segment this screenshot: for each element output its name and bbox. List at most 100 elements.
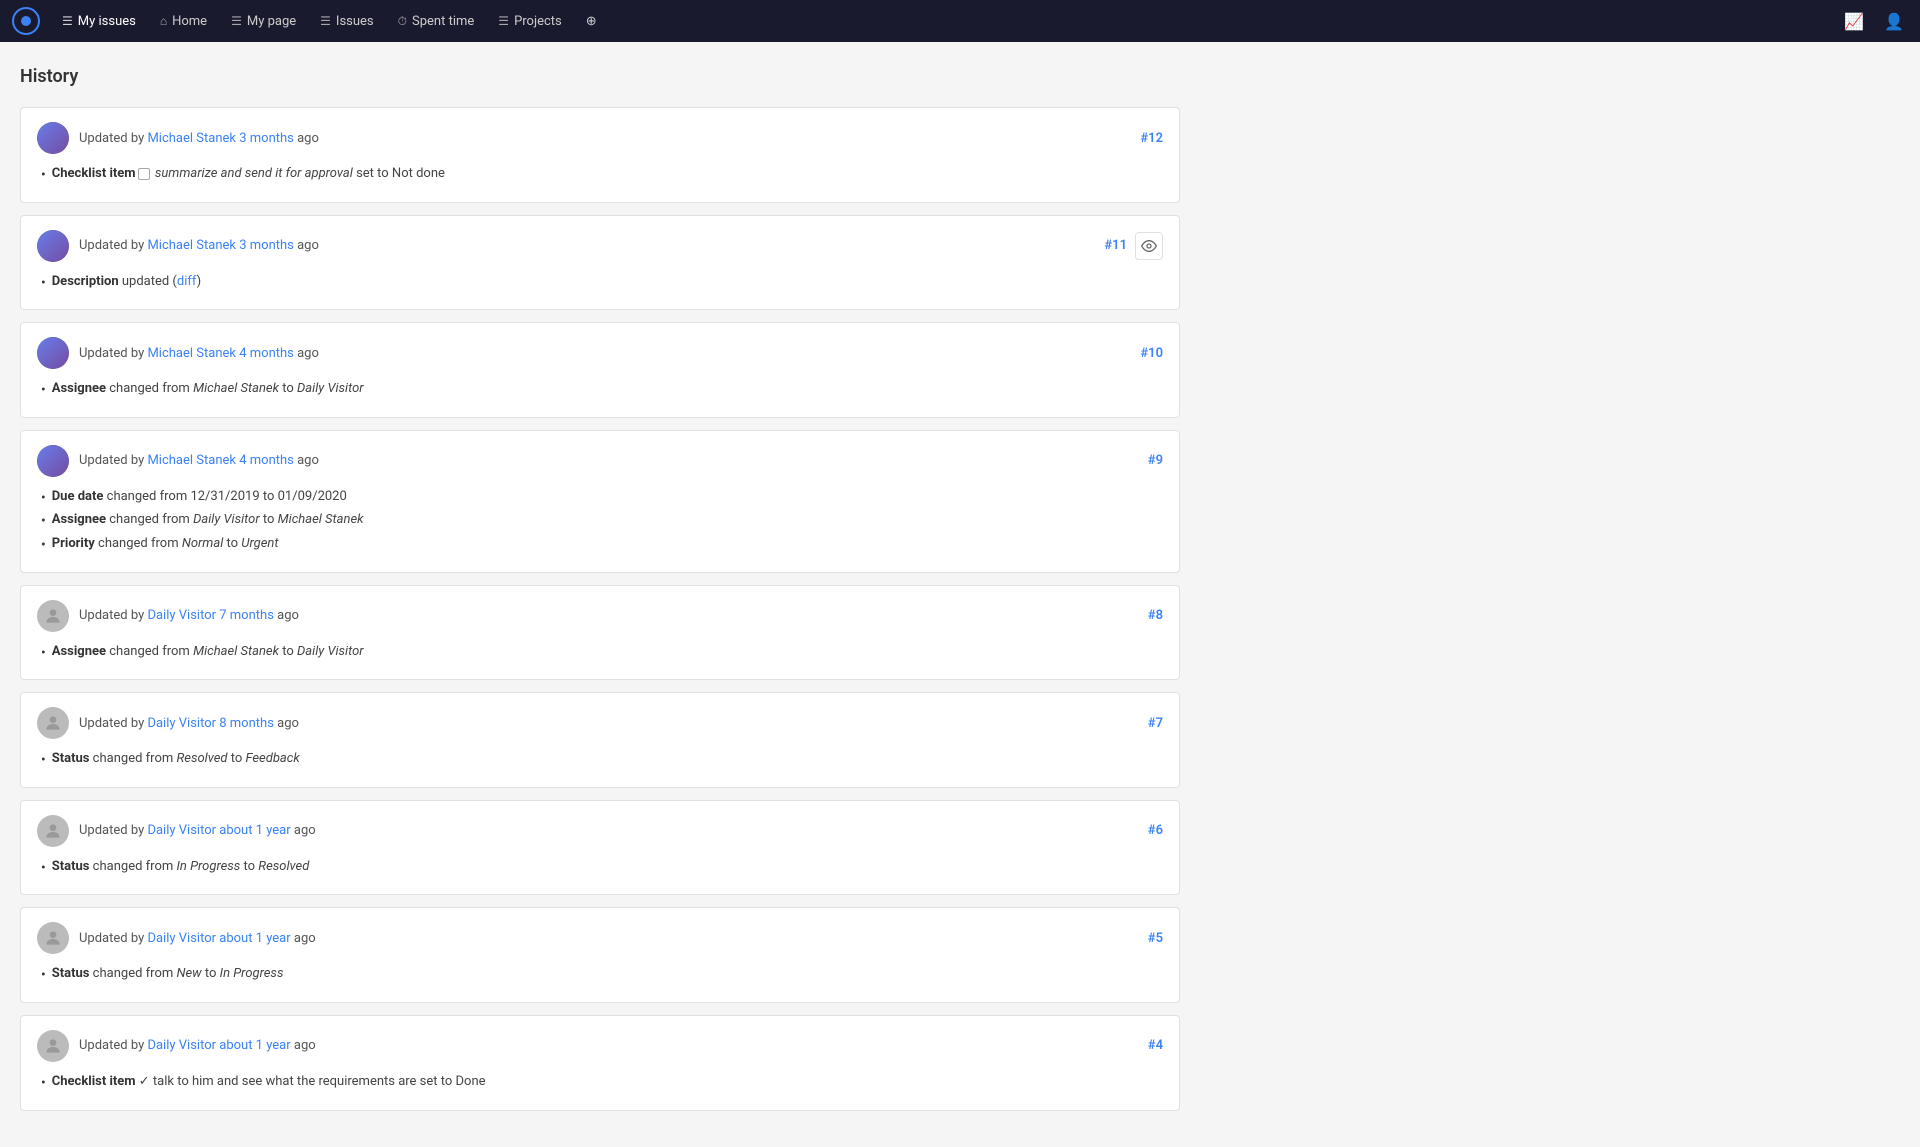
app-logo[interactable] [12,7,40,35]
bullet: • [41,166,46,186]
nav-projects-label: Projects [514,14,562,29]
entry-changes: • Checklist item ✓ talk to him and see w… [37,1072,1163,1096]
change-from-text: changed from [89,859,176,874]
entry-header-left: Updated by Daily Visitor 8 months ago [37,707,299,739]
change-item: • Checklist item summarize and send it f… [41,164,1163,188]
history-entry: Updated by Michael Stanek 4 months ago #… [20,322,1180,418]
entry-id[interactable]: #4 [1148,1038,1163,1053]
entry-header-left: Updated by Daily Visitor 7 months ago [37,600,299,632]
nav-my-page-label: My page [247,14,296,29]
change-item: • Status changed from New to In Progress [41,964,1163,988]
change-to-text: to [202,966,220,981]
author-link[interactable]: Michael Stanek [147,131,236,146]
author-link[interactable]: Michael Stanek [147,453,236,468]
author-link[interactable]: Daily Visitor [147,608,216,623]
bullet: • [41,644,46,664]
entry-meta: Updated by Michael Stanek 4 months ago [79,346,319,361]
change-to-text: to [279,381,297,396]
avatar [37,122,69,154]
main-content: History Updated by Michael Stanek 3 mont… [0,42,1200,1147]
avatar [37,1030,69,1062]
time-ago-link[interactable]: 3 months [239,238,294,253]
nav-spent-time[interactable]: ⏱ Spent time [388,10,485,33]
change-to-text: to [223,536,241,551]
change-field: Status [52,966,90,981]
change-field: Assignee [52,644,106,659]
entry-id[interactable]: #12 [1140,131,1163,146]
author-link[interactable]: Daily Visitor [147,1038,216,1053]
change-static-text: changed from 12/31/2019 to 01/09/2020 [103,489,346,504]
entry-changes: • Due date changed from 12/31/2019 to 01… [37,487,1163,558]
entry-meta: Updated by Michael Stanek 3 months ago [79,131,319,146]
time-ago-link[interactable]: 8 months [219,716,274,731]
change-value: summarize and send it for approval [155,166,353,181]
entry-meta: Updated by Daily Visitor about 1 year ag… [79,931,316,946]
change-to-value: Daily Visitor [297,644,364,659]
change-to-text: to [228,751,246,766]
nav-projects[interactable]: ☰ Projects [488,10,571,33]
time-ago-link[interactable]: about 1 year [219,823,290,838]
change-item: • Status changed from In Progress to Res… [41,857,1163,881]
change-item: • Description updated (diff) [41,272,1163,296]
diff-link[interactable]: diff [177,274,197,289]
change-from-text: changed from [106,512,193,527]
time-ago-link[interactable]: 7 months [219,608,274,623]
change-to-value: Daily Visitor [297,381,364,396]
change-text: Assignee changed from Michael Stanek to … [52,381,364,396]
nav-home[interactable]: ⌂ Home [150,10,217,33]
avatar [37,815,69,847]
nav-my-issues[interactable]: ☰ My issues [52,10,146,33]
my-issues-icon: ☰ [62,14,73,28]
nav-issues-label: Issues [336,14,374,29]
avatar [37,230,69,262]
entry-id[interactable]: #8 [1148,608,1163,623]
change-from-value: In Progress [176,859,240,874]
change-item: • Assignee changed from Daily Visitor to… [41,510,1163,534]
author-link[interactable]: Daily Visitor [147,716,216,731]
time-ago-link[interactable]: 4 months [239,346,294,361]
entry-id[interactable]: #11 [1104,238,1127,253]
change-field: Checklist item [52,166,136,181]
entry-id[interactable]: #10 [1140,346,1163,361]
issues-icon: ☰ [320,14,331,28]
navbar-right: 📈 👤 [1840,8,1908,35]
user-icon[interactable]: 👤 [1880,8,1908,35]
change-from-text: changed from [89,751,176,766]
time-ago-link[interactable]: 3 months [239,131,294,146]
time-ago-link[interactable]: 4 months [239,453,294,468]
eye-button[interactable] [1135,232,1163,260]
change-to-text: to [279,644,297,659]
entry-header-left: Updated by Michael Stanek 4 months ago [37,337,319,369]
change-from-value: Michael Stanek [193,644,279,659]
entry-id[interactable]: #6 [1148,823,1163,838]
entry-header-right: #12 [1140,131,1163,146]
avatar [37,922,69,954]
entry-changes: • Description updated (diff) [37,272,1163,296]
nav-home-label: Home [172,14,207,29]
bullet: • [41,966,46,986]
author-link[interactable]: Michael Stanek [147,238,236,253]
author-link[interactable]: Michael Stanek [147,346,236,361]
entry-header: Updated by Daily Visitor about 1 year ag… [37,922,1163,954]
time-ago-link[interactable]: about 1 year [219,1038,290,1053]
avatar [37,600,69,632]
nav-my-page[interactable]: ☰ My page [221,10,306,33]
avatar [37,445,69,477]
author-link[interactable]: Daily Visitor [147,823,216,838]
change-from-value: New [176,966,201,981]
entry-header-right: #5 [1148,931,1163,946]
author-link[interactable]: Daily Visitor [147,931,216,946]
entry-header: Updated by Daily Visitor about 1 year ag… [37,815,1163,847]
my-page-icon: ☰ [231,14,242,28]
time-ago-link[interactable]: about 1 year [219,931,290,946]
entry-id[interactable]: #9 [1148,453,1163,468]
home-icon: ⌂ [160,14,167,28]
nav-add-label: ⊕ [586,14,597,29]
history-list: Updated by Michael Stanek 3 months ago #… [20,107,1180,1111]
entry-header-right: #9 [1148,453,1163,468]
nav-issues[interactable]: ☰ Issues [310,10,384,33]
entry-id[interactable]: #7 [1148,716,1163,731]
chart-icon[interactable]: 📈 [1840,8,1868,35]
entry-id[interactable]: #5 [1148,931,1163,946]
nav-add[interactable]: ⊕ [576,10,607,33]
